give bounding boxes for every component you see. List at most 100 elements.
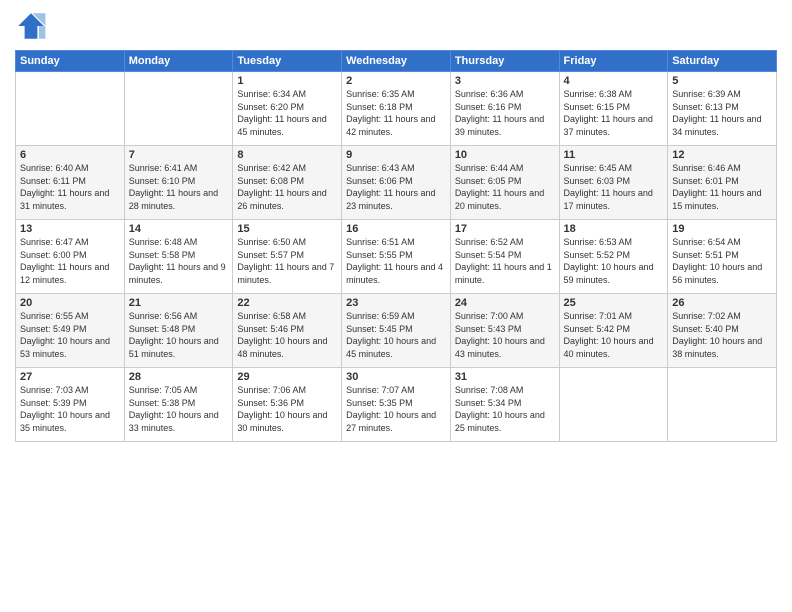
day-info: Sunrise: 6:47 AMSunset: 6:00 PMDaylight:… — [20, 236, 120, 286]
day-info: Sunrise: 6:38 AMSunset: 6:15 PMDaylight:… — [564, 88, 664, 138]
day-info: Sunrise: 7:02 AMSunset: 5:40 PMDaylight:… — [672, 310, 772, 360]
day-number: 26 — [672, 297, 772, 309]
day-info: Sunrise: 6:54 AMSunset: 5:51 PMDaylight:… — [672, 236, 772, 286]
day-cell: 4Sunrise: 6:38 AMSunset: 6:15 PMDaylight… — [559, 72, 668, 146]
day-number: 1 — [237, 75, 337, 87]
day-number: 14 — [129, 223, 229, 235]
weekday-header-wednesday: Wednesday — [342, 51, 451, 72]
logo — [15, 10, 51, 42]
day-number: 21 — [129, 297, 229, 309]
logo-icon — [15, 10, 47, 42]
day-info: Sunrise: 6:59 AMSunset: 5:45 PMDaylight:… — [346, 310, 446, 360]
day-number: 7 — [129, 149, 229, 161]
day-cell — [16, 72, 125, 146]
day-info: Sunrise: 6:58 AMSunset: 5:46 PMDaylight:… — [237, 310, 337, 360]
day-info: Sunrise: 6:50 AMSunset: 5:57 PMDaylight:… — [237, 236, 337, 286]
day-number: 12 — [672, 149, 772, 161]
day-cell: 27Sunrise: 7:03 AMSunset: 5:39 PMDayligh… — [16, 368, 125, 442]
day-info: Sunrise: 6:51 AMSunset: 5:55 PMDaylight:… — [346, 236, 446, 286]
day-number: 19 — [672, 223, 772, 235]
day-info: Sunrise: 7:03 AMSunset: 5:39 PMDaylight:… — [20, 384, 120, 434]
day-number: 23 — [346, 297, 446, 309]
day-cell: 6Sunrise: 6:40 AMSunset: 6:11 PMDaylight… — [16, 146, 125, 220]
day-cell: 24Sunrise: 7:00 AMSunset: 5:43 PMDayligh… — [450, 294, 559, 368]
day-cell: 11Sunrise: 6:45 AMSunset: 6:03 PMDayligh… — [559, 146, 668, 220]
day-number: 10 — [455, 149, 555, 161]
day-cell: 19Sunrise: 6:54 AMSunset: 5:51 PMDayligh… — [668, 220, 777, 294]
day-number: 17 — [455, 223, 555, 235]
day-info: Sunrise: 7:06 AMSunset: 5:36 PMDaylight:… — [237, 384, 337, 434]
day-cell: 15Sunrise: 6:50 AMSunset: 5:57 PMDayligh… — [233, 220, 342, 294]
day-number: 29 — [237, 371, 337, 383]
day-number: 4 — [564, 75, 664, 87]
weekday-header-saturday: Saturday — [668, 51, 777, 72]
day-info: Sunrise: 6:45 AMSunset: 6:03 PMDaylight:… — [564, 162, 664, 212]
day-info: Sunrise: 6:44 AMSunset: 6:05 PMDaylight:… — [455, 162, 555, 212]
day-cell: 21Sunrise: 6:56 AMSunset: 5:48 PMDayligh… — [124, 294, 233, 368]
day-info: Sunrise: 6:42 AMSunset: 6:08 PMDaylight:… — [237, 162, 337, 212]
day-number: 2 — [346, 75, 446, 87]
day-number: 24 — [455, 297, 555, 309]
day-cell: 1Sunrise: 6:34 AMSunset: 6:20 PMDaylight… — [233, 72, 342, 146]
day-number: 16 — [346, 223, 446, 235]
day-cell: 7Sunrise: 6:41 AMSunset: 6:10 PMDaylight… — [124, 146, 233, 220]
weekday-header-thursday: Thursday — [450, 51, 559, 72]
day-info: Sunrise: 7:08 AMSunset: 5:34 PMDaylight:… — [455, 384, 555, 434]
day-info: Sunrise: 6:35 AMSunset: 6:18 PMDaylight:… — [346, 88, 446, 138]
day-info: Sunrise: 6:52 AMSunset: 5:54 PMDaylight:… — [455, 236, 555, 286]
week-row-5: 27Sunrise: 7:03 AMSunset: 5:39 PMDayligh… — [16, 368, 777, 442]
day-info: Sunrise: 6:41 AMSunset: 6:10 PMDaylight:… — [129, 162, 229, 212]
day-cell: 22Sunrise: 6:58 AMSunset: 5:46 PMDayligh… — [233, 294, 342, 368]
day-cell: 9Sunrise: 6:43 AMSunset: 6:06 PMDaylight… — [342, 146, 451, 220]
day-number: 8 — [237, 149, 337, 161]
day-info: Sunrise: 7:07 AMSunset: 5:35 PMDaylight:… — [346, 384, 446, 434]
header — [15, 10, 777, 42]
weekday-header-tuesday: Tuesday — [233, 51, 342, 72]
day-info: Sunrise: 6:46 AMSunset: 6:01 PMDaylight:… — [672, 162, 772, 212]
day-cell: 26Sunrise: 7:02 AMSunset: 5:40 PMDayligh… — [668, 294, 777, 368]
day-cell: 5Sunrise: 6:39 AMSunset: 6:13 PMDaylight… — [668, 72, 777, 146]
day-cell: 18Sunrise: 6:53 AMSunset: 5:52 PMDayligh… — [559, 220, 668, 294]
day-info: Sunrise: 6:48 AMSunset: 5:58 PMDaylight:… — [129, 236, 229, 286]
day-info: Sunrise: 7:01 AMSunset: 5:42 PMDaylight:… — [564, 310, 664, 360]
day-number: 25 — [564, 297, 664, 309]
day-cell: 2Sunrise: 6:35 AMSunset: 6:18 PMDaylight… — [342, 72, 451, 146]
day-cell: 31Sunrise: 7:08 AMSunset: 5:34 PMDayligh… — [450, 368, 559, 442]
day-cell: 3Sunrise: 6:36 AMSunset: 6:16 PMDaylight… — [450, 72, 559, 146]
day-number: 31 — [455, 371, 555, 383]
day-number: 6 — [20, 149, 120, 161]
day-number: 20 — [20, 297, 120, 309]
day-info: Sunrise: 6:39 AMSunset: 6:13 PMDaylight:… — [672, 88, 772, 138]
day-info: Sunrise: 6:34 AMSunset: 6:20 PMDaylight:… — [237, 88, 337, 138]
weekday-header-sunday: Sunday — [16, 51, 125, 72]
day-number: 5 — [672, 75, 772, 87]
day-number: 11 — [564, 149, 664, 161]
day-info: Sunrise: 6:53 AMSunset: 5:52 PMDaylight:… — [564, 236, 664, 286]
day-cell: 13Sunrise: 6:47 AMSunset: 6:00 PMDayligh… — [16, 220, 125, 294]
day-cell: 23Sunrise: 6:59 AMSunset: 5:45 PMDayligh… — [342, 294, 451, 368]
day-cell — [559, 368, 668, 442]
day-info: Sunrise: 6:36 AMSunset: 6:16 PMDaylight:… — [455, 88, 555, 138]
day-number: 13 — [20, 223, 120, 235]
weekday-header-monday: Monday — [124, 51, 233, 72]
day-number: 18 — [564, 223, 664, 235]
day-number: 15 — [237, 223, 337, 235]
day-number: 9 — [346, 149, 446, 161]
day-number: 3 — [455, 75, 555, 87]
day-cell: 16Sunrise: 6:51 AMSunset: 5:55 PMDayligh… — [342, 220, 451, 294]
day-number: 30 — [346, 371, 446, 383]
day-info: Sunrise: 7:00 AMSunset: 5:43 PMDaylight:… — [455, 310, 555, 360]
day-cell: 10Sunrise: 6:44 AMSunset: 6:05 PMDayligh… — [450, 146, 559, 220]
weekday-header-friday: Friday — [559, 51, 668, 72]
day-number: 28 — [129, 371, 229, 383]
weekday-header-row: SundayMondayTuesdayWednesdayThursdayFrid… — [16, 51, 777, 72]
day-cell: 25Sunrise: 7:01 AMSunset: 5:42 PMDayligh… — [559, 294, 668, 368]
day-cell — [124, 72, 233, 146]
day-number: 22 — [237, 297, 337, 309]
day-info: Sunrise: 6:40 AMSunset: 6:11 PMDaylight:… — [20, 162, 120, 212]
week-row-2: 6Sunrise: 6:40 AMSunset: 6:11 PMDaylight… — [16, 146, 777, 220]
day-cell — [668, 368, 777, 442]
day-info: Sunrise: 6:43 AMSunset: 6:06 PMDaylight:… — [346, 162, 446, 212]
day-cell: 29Sunrise: 7:06 AMSunset: 5:36 PMDayligh… — [233, 368, 342, 442]
day-cell: 17Sunrise: 6:52 AMSunset: 5:54 PMDayligh… — [450, 220, 559, 294]
